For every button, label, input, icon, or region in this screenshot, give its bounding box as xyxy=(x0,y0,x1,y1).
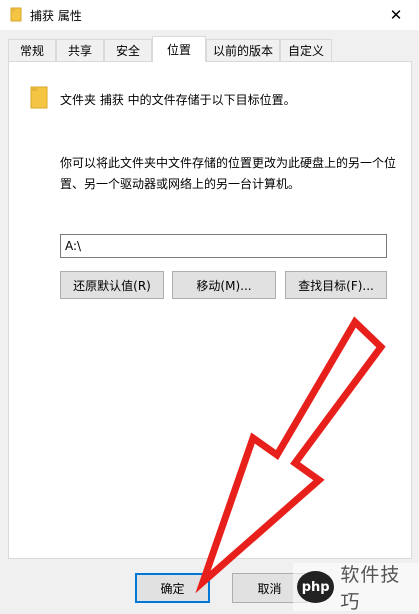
tab-security[interactable]: 安全 xyxy=(104,39,152,61)
ok-button[interactable]: 确定 xyxy=(135,573,210,603)
title-bar: 捕获 属性 ✕ xyxy=(0,0,419,30)
folder-icon xyxy=(29,84,53,113)
move-button[interactable]: 移动(M)... xyxy=(172,271,276,299)
tab-general[interactable]: 常规 xyxy=(8,39,56,61)
php-logo-icon: php xyxy=(297,571,335,603)
close-button[interactable]: ✕ xyxy=(373,0,419,30)
watermark-text: 软件技巧 xyxy=(340,564,401,613)
location-heading: 文件夹 捕获 中的文件存储于以下目标位置。 xyxy=(60,93,296,107)
tab-location[interactable]: 位置 xyxy=(152,36,206,62)
find-target-button[interactable]: 查找目标(F)... xyxy=(285,271,387,299)
window-title: 捕获 属性 xyxy=(30,9,82,23)
restore-default-button[interactable]: 还原默认值(R) xyxy=(60,271,164,299)
path-input[interactable]: A:\ xyxy=(60,234,387,258)
folder-icon xyxy=(10,6,24,25)
location-panel: 文件夹 捕获 中的文件存储于以下目标位置。 你可以将此文件夹中文件存储的位置更改… xyxy=(8,61,412,559)
location-description: 你可以将此文件夹中文件存储的位置更改为此硬盘上的另一个位置、另一个驱动器或网络上… xyxy=(60,156,397,191)
tab-sharing[interactable]: 共享 xyxy=(56,39,104,61)
tab-previous-versions[interactable]: 以前的版本 xyxy=(206,39,280,61)
tab-customize[interactable]: 自定义 xyxy=(280,39,332,61)
watermark: php 软件技巧 xyxy=(293,563,419,613)
